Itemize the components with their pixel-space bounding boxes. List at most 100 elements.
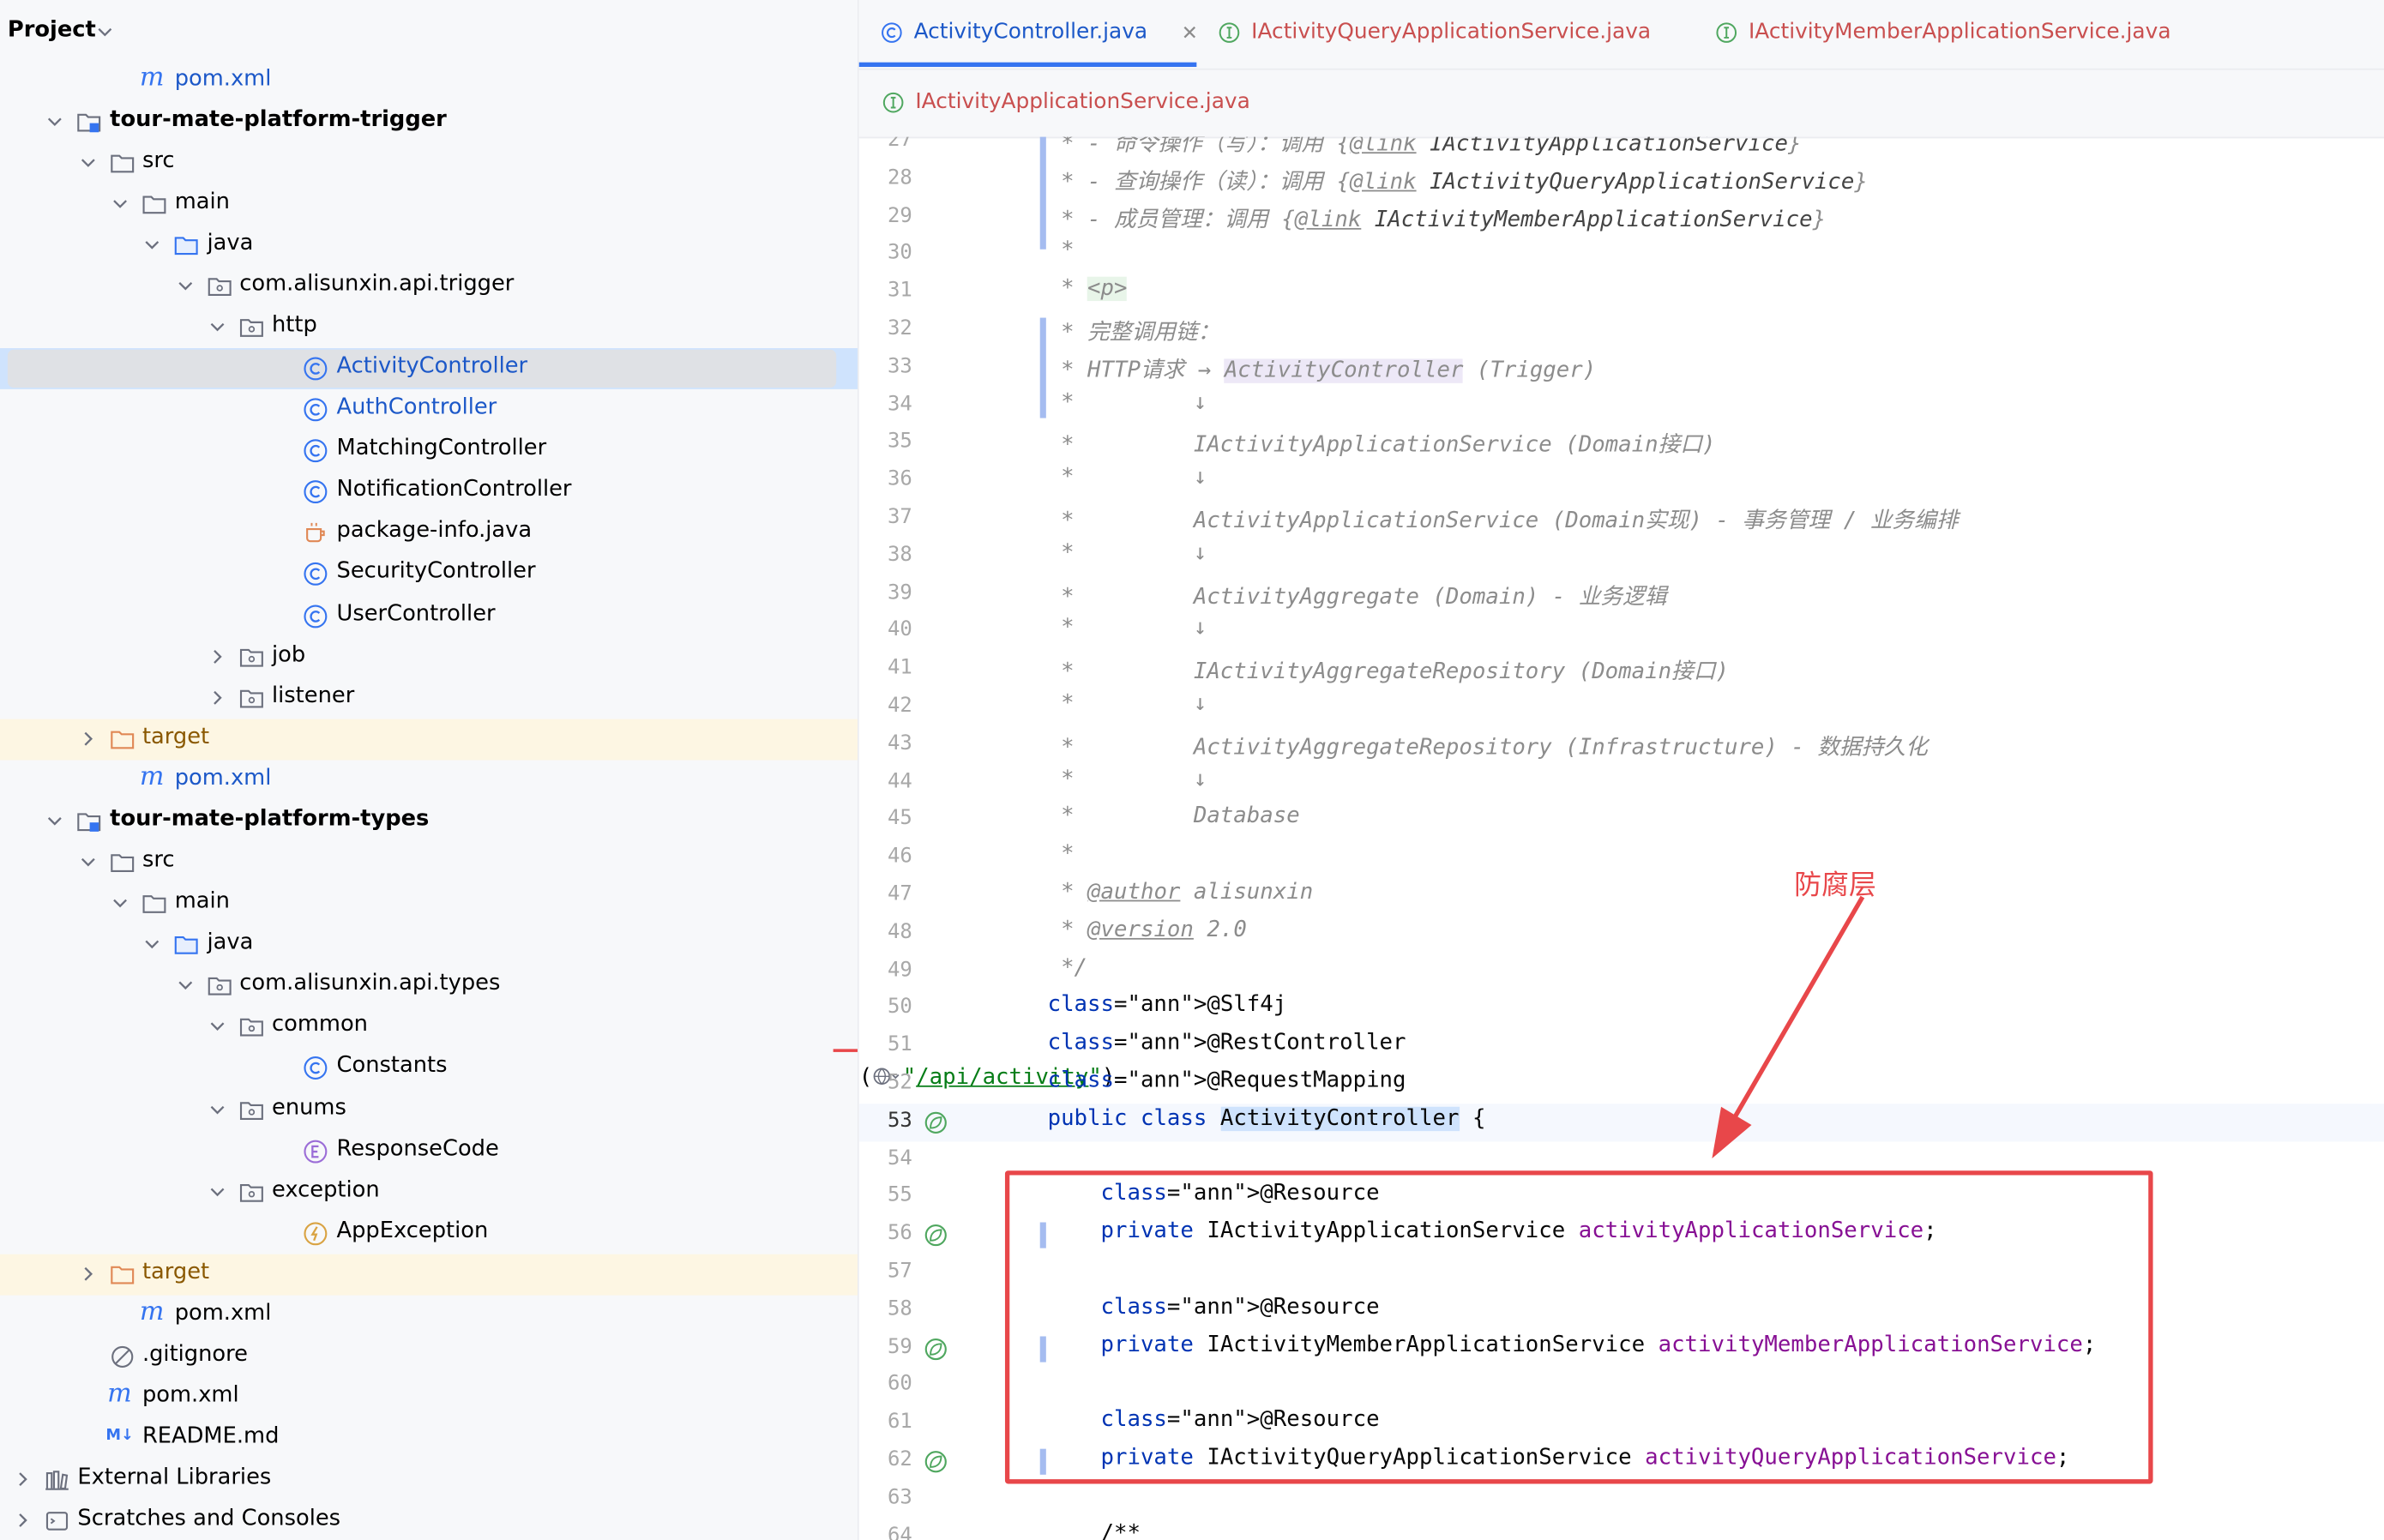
chevron-down-icon[interactable] [174,275,196,297]
chevron-right-icon[interactable] [77,1263,99,1284]
code-line-28[interactable]: 28 * - 查询操作（读）：调用 {@link IActivityQueryA… [859,161,2384,199]
chevron-down-icon[interactable] [45,111,66,132]
chevron-down-icon[interactable] [207,1016,228,1038]
chevron-right-icon[interactable] [77,728,99,749]
code-line-43[interactable]: 43 * ActivityAggregateRepository (Infras… [859,726,2384,764]
tree-item-constants[interactable]: Constants [0,1048,858,1089]
chevron-down-icon[interactable] [141,934,163,955]
line-number: 34 [887,391,912,417]
tree-item-job[interactable]: job [0,636,858,677]
tree-item-enums[interactable]: enums [0,1089,858,1130]
tree-item-gitignore[interactable]: .gitignore [0,1336,858,1377]
tree-item-activitycontroller[interactable]: ActivityController [0,348,858,389]
code-line-text: /** [1047,1521,1141,1540]
tree-item-http[interactable]: http [0,307,858,348]
chevron-down-icon[interactable] [174,975,196,996]
tree-item-readme-md[interactable]: M↓ README.md [0,1418,858,1459]
spring-bean-icon[interactable] [923,1336,948,1362]
code-line-31[interactable]: 31 * <p> [859,274,2384,311]
code-line-33[interactable]: 33 * HTTP请求 → ActivityController (Trigge… [859,349,2384,387]
code-line-29[interactable]: 29 * - 成员管理：调用 {@link IActivityMemberApp… [859,199,2384,237]
code-line-52[interactable]: 52 class="ann">@RequestMapping("/api/acti… [859,1066,2384,1104]
code-line-48[interactable]: 48 * @version 2.0 [859,915,2384,953]
chevron-right-icon[interactable] [207,687,228,708]
chevron-down-icon[interactable] [94,18,116,45]
code-line-45[interactable]: 45 * Database [859,802,2384,839]
tree-item-target[interactable]: target [0,1254,858,1296]
code-line-44[interactable]: 44 * ↓ [859,764,2384,802]
tree-item-pom-xml[interactable]: m pom.xml [0,1377,858,1418]
code-line-49[interactable]: 49 */ [859,953,2384,990]
tree-item-label: NotificationController [336,478,572,502]
code-line-39[interactable]: 39 * ActivityAggregate (Domain) - 业务逻辑 [859,575,2384,613]
chevron-right-icon[interactable] [12,1510,33,1531]
tree-item-usercontroller[interactable]: UserController [0,595,858,636]
tree-item-package-info-java[interactable]: package-info.java [0,513,858,554]
tree-item-pom-xml[interactable]: m pom.xml [0,1295,858,1336]
code-line-37[interactable]: 37 * ActivityApplicationService (Domain实… [859,500,2384,538]
chevron-down-icon[interactable] [207,316,228,338]
code-line-30[interactable]: 30 * [859,237,2384,274]
tree-item-external-libraries[interactable]: External Libraries [0,1459,858,1501]
chevron-down-icon[interactable] [77,851,99,873]
tree-item-target[interactable]: target [0,719,858,761]
chevron-down-icon[interactable] [109,193,130,214]
tree-item-java[interactable]: java [0,225,858,266]
spring-bean-icon[interactable] [923,1223,948,1248]
chevron-down-icon[interactable] [109,893,130,914]
line-number: 42 [887,693,912,718]
tree-item-main[interactable]: main [0,883,858,924]
code-line-42[interactable]: 42 * ↓ [859,689,2384,726]
tree-item-pom-xml[interactable]: m pom.xml [0,760,858,801]
tree-item-matchingcontroller[interactable]: MatchingController [0,430,858,472]
code-line-35[interactable]: 35 * IActivityApplicationService (Domain… [859,424,2384,462]
code-line-47[interactable]: 47 * @author alisunxin [859,877,2384,915]
chevron-down-icon[interactable] [207,1181,228,1202]
tree-item-listener[interactable]: listener [0,677,858,719]
code-line-50[interactable]: 50 class="ann">@Slf4j [859,990,2384,1028]
code-line-27[interactable]: 27 * - 命令操作（写）：调用 {@link IActivityApplic… [859,137,2384,161]
code-line-36[interactable]: 36 * ↓ [859,462,2384,500]
code-line-63[interactable]: 63 [859,1481,2384,1519]
code-line-text: class="ann">@RequestMapping [1047,1068,1406,1093]
tree-item-src[interactable]: src [0,142,858,183]
project-panel-title[interactable]: Project [8,18,96,42]
tree-item-com-alisunxin-api-types[interactable]: com.alisunxin.api.types [0,966,858,1007]
code-line-53[interactable]: 53 public class ActivityController { [858,1103,2384,1141]
tree-item-scratches-and-consoles[interactable]: Scratches and Consoles [0,1501,858,1540]
code-line-34[interactable]: 34 * ↓ [859,387,2384,424]
tree-item-tour-mate-platform-trigger[interactable]: tour-mate-platform-trigger [0,101,858,142]
tree-item-com-alisunxin-api-trigger[interactable]: com.alisunxin.api.trigger [0,266,858,307]
spring-bean-icon[interactable] [923,1110,948,1135]
tree-item-main[interactable]: main [0,183,858,225]
tree-item-securitycontroller[interactable]: SecurityController [0,554,858,595]
code-line-41[interactable]: 41 * IActivityAggregateRepository (Domai… [859,651,2384,689]
tree-item-exception[interactable]: exception [0,1171,858,1212]
spring-bean-icon[interactable] [923,1449,948,1475]
line-number: 54 [887,1146,912,1170]
chevron-right-icon[interactable] [12,1469,33,1490]
code-line-32[interactable]: 32 * 完整调用链： [859,311,2384,349]
maven-icon: m [107,1379,132,1410]
chevron-down-icon[interactable] [141,234,163,256]
code-line-46[interactable]: 46 * [859,839,2384,877]
chevron-right-icon[interactable] [207,646,228,667]
tree-item-label: pom.xml [174,766,272,791]
tree-item-label: .gitignore [141,1342,248,1367]
tree-item-java[interactable]: java [0,924,858,966]
code-line-64[interactable]: 64 /** [859,1519,2384,1540]
chevron-down-icon[interactable] [207,1098,228,1120]
chevron-down-icon[interactable] [77,152,99,173]
code-line-38[interactable]: 38 * ↓ [859,538,2384,575]
code-line-51[interactable]: 51 class="ann">@RestController [859,1028,2384,1066]
tree-item-common[interactable]: common [0,1007,858,1048]
close-icon[interactable]: ✕ [1182,23,1198,46]
tree-item-src[interactable]: src [0,842,858,883]
tree-item-appexception[interactable]: AppException [0,1212,858,1254]
tree-item-authcontroller[interactable]: AuthController [0,389,858,430]
code-line-40[interactable]: 40 * ↓ [859,613,2384,651]
tree-item-tour-mate-platform-types[interactable]: tour-mate-platform-types [0,801,858,842]
tree-item-responsecode[interactable]: ResponseCode [0,1130,858,1171]
tree-item-notificationcontroller[interactable]: NotificationController [0,472,858,513]
chevron-down-icon[interactable] [45,810,66,832]
